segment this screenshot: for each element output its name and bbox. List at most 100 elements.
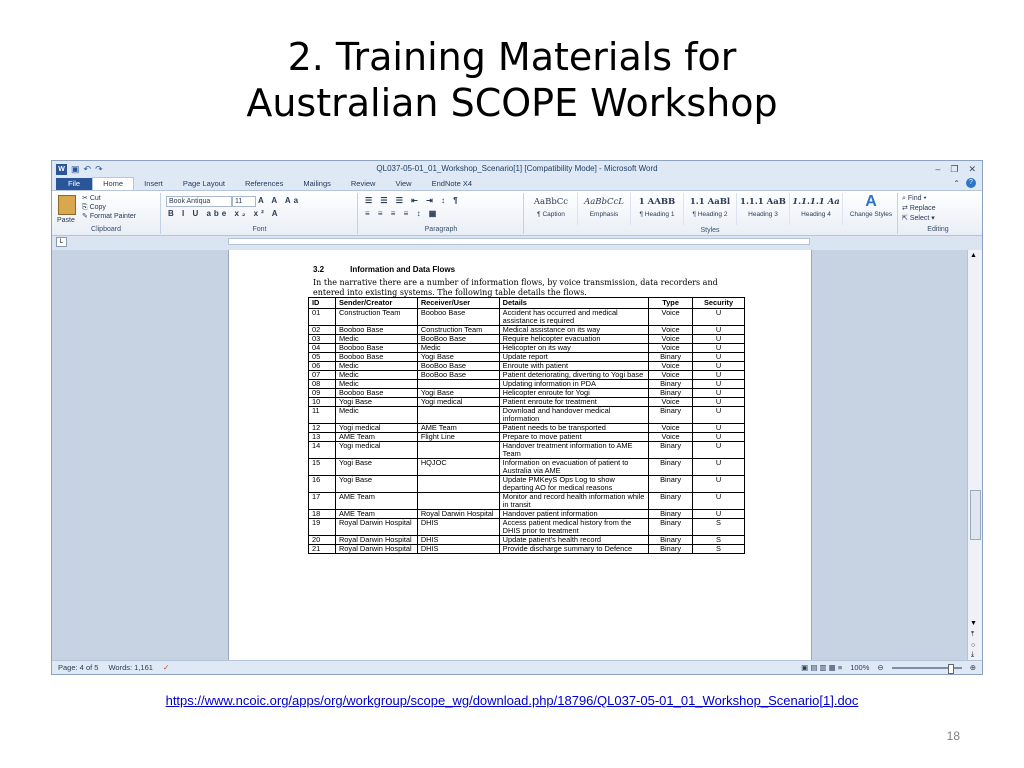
style-caption[interactable]: AaBbCc ¶ Caption: [525, 193, 578, 225]
table-row: 16 Yogi Base Update PMKeyS Ops Log to show…: [308, 475, 745, 493]
table-row: 21 Royal Darwin Hospital DHIS Provide disch…: [308, 544, 745, 554]
tab-selector-icon[interactable]: L: [56, 237, 67, 247]
style-sample: 1.1.1.1 Aa: [792, 197, 840, 207]
table-row: 19 Royal Darwin Hospital DHIS Access patien…: [308, 518, 745, 536]
cell-details: Access patient medical history from the …: [498, 518, 650, 536]
tab-home[interactable]: Home: [92, 177, 135, 190]
cell-security: U: [692, 492, 745, 510]
cell-security: U: [692, 406, 745, 424]
header-details: Details: [498, 297, 650, 309]
tab-view[interactable]: View: [385, 178, 421, 190]
cell-sender: Medic: [334, 406, 418, 424]
proofing-icon[interactable]: ✓: [163, 661, 169, 674]
tab-mailings[interactable]: Mailings: [293, 178, 341, 190]
scissors-icon: ✂: [82, 195, 88, 202]
find-button[interactable]: ⌕ Find ▾: [902, 194, 936, 204]
tab-page-layout[interactable]: Page Layout: [173, 178, 235, 190]
cell-receiver: BooBoo Base: [416, 370, 500, 380]
style-sample: AaBbCcL: [584, 197, 624, 207]
tab-insert[interactable]: Insert: [134, 178, 173, 190]
paste-icon[interactable]: [58, 195, 76, 215]
cell-type: Binary: [648, 544, 694, 554]
cell-sender: Royal Darwin Hospital: [334, 518, 418, 536]
close-icon[interactable]: ✕: [968, 161, 976, 177]
restore-icon[interactable]: ❐: [950, 161, 958, 177]
style-name: ¶ Heading 1: [639, 211, 675, 218]
next-page-icon[interactable]: ⤓: [971, 651, 974, 659]
grow-font-icon[interactable]: A A Aa: [258, 196, 301, 205]
page-count[interactable]: Page: 4 of 5: [58, 661, 98, 674]
header-receiver: Receiver/User: [416, 297, 500, 309]
cell-type: Voice: [648, 308, 694, 326]
clipboard-group: Paste ✂ Cut ⎘ Copy ✎ Format Painter Clip…: [52, 193, 161, 234]
prev-page-icon[interactable]: ⤒: [971, 631, 974, 639]
scroll-up-icon[interactable]: ▲: [970, 252, 977, 259]
section-title: Information and Data Flows: [350, 265, 456, 274]
style-name: Heading 3: [748, 211, 778, 218]
zoom-out-icon[interactable]: ⊖: [877, 661, 883, 674]
select-label: Select: [909, 215, 930, 222]
table-row: 11 Medic Download and handover medical inf…: [308, 406, 745, 424]
document-area: 3.2 Information and Data Flows In the nar…: [52, 250, 982, 661]
cut-label: Cut: [89, 195, 101, 202]
tab-file[interactable]: File: [56, 178, 93, 190]
change-styles-button[interactable]: A Change Styles: [847, 193, 895, 218]
style-heading-2[interactable]: 1.1 AaBl ¶ Heading 2: [684, 193, 737, 225]
document-page[interactable]: 3.2 Information and Data Flows In the nar…: [228, 250, 812, 661]
slide-title-line1: 2. Training Materials for: [287, 35, 737, 79]
format-painter-label: Format Painter: [89, 213, 137, 220]
styles-gallery: AaBbCc ¶ Caption AaBbCcL Emphasis 1 AABB ¶ …: [525, 193, 843, 225]
style-heading-4[interactable]: 1.1.1.1 Aa Heading 4: [790, 193, 843, 225]
cell-receiver: DHIS: [416, 518, 500, 536]
zoom-slider[interactable]: [891, 663, 962, 674]
font-name-select[interactable]: Book Antiqua: [166, 196, 232, 207]
status-bar: Page: 4 of 5 Words: 1,161 ✓ ▣ ▤ ▥ ▦ ≡ 10…: [52, 660, 982, 674]
format-painter-button[interactable]: ✎ Format Painter: [82, 212, 136, 221]
cell-id: 17: [308, 492, 336, 510]
slide-title-line2: Australian SCOPE Workshop: [246, 81, 778, 125]
cell-sender: Construction Team: [334, 308, 418, 326]
intro-paragraph: In the narrative there are a number of i…: [313, 278, 718, 297]
paste-button[interactable]: Paste: [57, 217, 75, 224]
cell-security: S: [692, 544, 745, 554]
collapse-ribbon-icon[interactable]: ⌃: [953, 179, 960, 188]
minimize-icon[interactable]: –: [935, 161, 940, 177]
horizontal-ruler[interactable]: [228, 238, 810, 245]
list-icons[interactable]: ☰ ☰ ☰ ⇤ ⇥ ↕ ¶: [365, 196, 461, 205]
cell-type: Binary: [648, 441, 694, 459]
cell-id: 01: [308, 308, 336, 326]
cell-receiver: Flight Line: [416, 432, 500, 442]
align-icons[interactable]: ≡ ≡ ≡ ≡ ↕ ▦: [365, 209, 439, 218]
cell-security: S: [692, 518, 745, 536]
font-size-select[interactable]: 11: [232, 196, 256, 207]
text-format-icons[interactable]: B I U abe x₂ x² A: [168, 209, 281, 218]
zoom-level[interactable]: 100%: [850, 661, 869, 674]
tab-review[interactable]: Review: [341, 178, 386, 190]
table-row: 15 Yogi Base HQJOC Information on evacuatio…: [308, 458, 745, 476]
word-count[interactable]: Words: 1,161: [108, 661, 152, 674]
source-link[interactable]: https://www.ncoic.org/apps/org/workgroup…: [0, 693, 1024, 708]
copy-button[interactable]: ⎘ Copy: [82, 203, 136, 212]
replace-button[interactable]: ⇄ Replace: [902, 204, 936, 214]
tab-endnote[interactable]: EndNote X4: [422, 178, 482, 190]
view-buttons-icon[interactable]: ▣ ▤ ▥ ▦ ≡: [801, 661, 842, 674]
vertical-scrollbar[interactable]: ▲ ▼ ⤒ ○ ⤓: [967, 250, 982, 661]
cell-id: 19: [308, 518, 336, 536]
style-heading-1[interactable]: 1 AABB ¶ Heading 1: [631, 193, 684, 225]
tab-references[interactable]: References: [235, 178, 293, 190]
help-icon[interactable]: ?: [966, 178, 976, 188]
cell-security: U: [692, 458, 745, 476]
section-number: 3.2: [313, 265, 325, 274]
select-button[interactable]: ⇱ Select ▾: [902, 214, 936, 224]
scroll-down-icon[interactable]: ▼: [970, 620, 977, 627]
browse-object-icon[interactable]: ○: [971, 642, 975, 649]
style-heading-3[interactable]: 1.1.1 AaB Heading 3: [737, 193, 790, 225]
cell-type: Binary: [648, 406, 694, 424]
change-styles-icon: A: [865, 193, 877, 210]
scroll-thumb[interactable]: [970, 490, 981, 540]
cell-receiver: [416, 475, 500, 493]
cell-id: 14: [308, 441, 336, 459]
zoom-in-icon[interactable]: ⊕: [970, 661, 976, 674]
cut-button[interactable]: ✂ Cut: [82, 194, 136, 203]
style-emphasis[interactable]: AaBbCcL Emphasis: [578, 193, 631, 225]
